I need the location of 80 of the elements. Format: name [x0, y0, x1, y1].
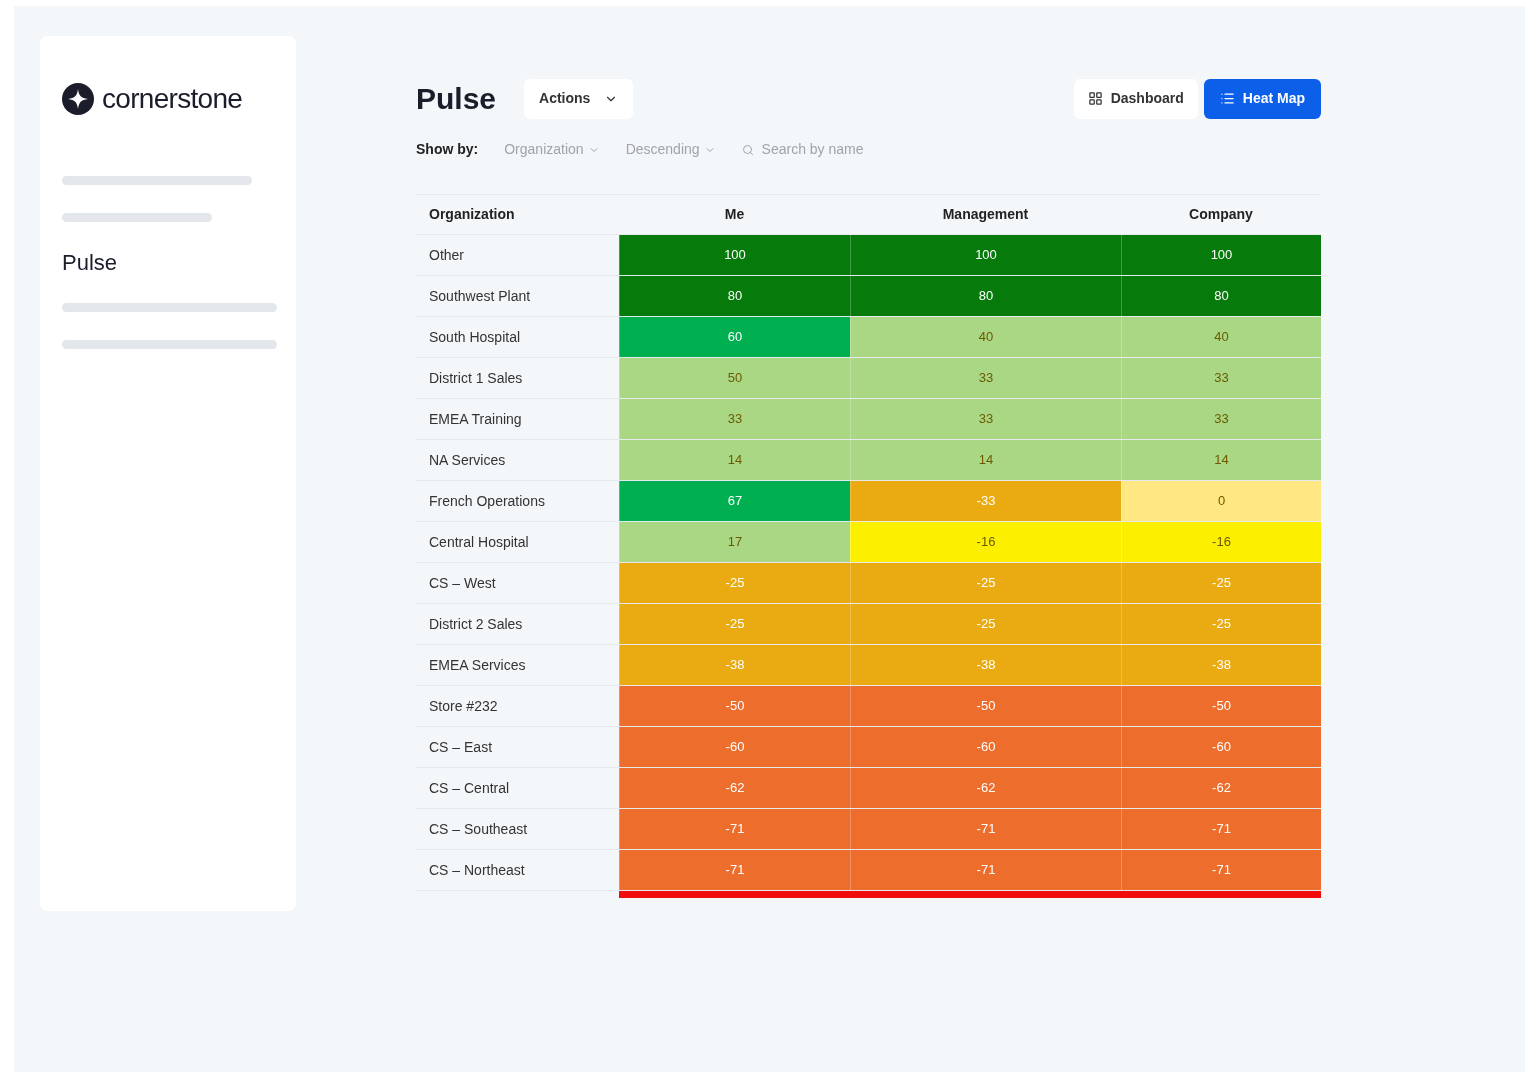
heat-cell: 33 [850, 358, 1121, 398]
heat-cell: 40 [850, 317, 1121, 357]
table-cell-text: South Hospital [428, 327, 522, 347]
heat-cell: 33 [1121, 358, 1321, 398]
heat-cell: 80 [850, 276, 1121, 316]
heat-cell: 33 [850, 399, 1121, 439]
heat-cell: 33 [619, 399, 850, 439]
heat-cell: -16 [850, 522, 1121, 562]
heat-cell: 67 [619, 481, 850, 521]
column-header: Management [941, 205, 1030, 224]
heat-cell: 14 [1121, 440, 1321, 480]
heat-cell: -71 [1121, 809, 1321, 849]
brand-name: cornerstone [102, 82, 243, 116]
heat-cell: -71 [1121, 850, 1321, 890]
heat-cell: -50 [619, 686, 850, 726]
heat-cell: -60 [619, 727, 850, 767]
heat-cell: -25 [850, 604, 1121, 644]
column-header: Organization [428, 205, 516, 224]
heat-cell: -16 [1121, 522, 1321, 562]
heat-cell: 80 [1121, 276, 1321, 316]
heat-cell: -25 [619, 563, 850, 603]
heat-cell: -50 [850, 686, 1121, 726]
filter-label: Show by: [416, 140, 479, 159]
heat-cell: -62 [1121, 768, 1321, 808]
heat-cell: -38 [850, 645, 1121, 685]
table-cell-text: Store #232 [428, 696, 499, 716]
heat-cell: -71 [619, 850, 850, 890]
heat-cell: 0 [1121, 481, 1321, 521]
heat-cell: -25 [1121, 604, 1321, 644]
heat-cell: -60 [1121, 727, 1321, 767]
search-field[interactable]: Search by name [741, 139, 922, 160]
table-cell-text: EMEA Training [428, 409, 523, 429]
view-tab[interactable]: Heat Map [1203, 78, 1321, 119]
table-cell-text: Central Hospital [428, 532, 530, 552]
nav-item[interactable]: Pulse [62, 246, 274, 279]
heat-cell: -60 [850, 727, 1121, 767]
column-header: Me [723, 205, 746, 224]
heat-cell: 100 [850, 235, 1121, 275]
table-cell-text: Southwest Plant [428, 286, 532, 306]
heat-cell: 14 [850, 440, 1121, 480]
heat-cell: 33 [1121, 399, 1321, 439]
table-cell-text: NA Services [428, 450, 507, 470]
heat-cell: -62 [850, 768, 1121, 808]
table-cell-text: CS – Central [428, 778, 511, 798]
heat-cell: -71 [850, 850, 1121, 890]
heat-cell: 80 [619, 276, 850, 316]
heat-cell: -71 [619, 809, 850, 849]
heat-cell: 14 [619, 440, 850, 480]
heat-cell: 60 [619, 317, 850, 357]
view-tab[interactable]: Dashboard [1073, 78, 1198, 119]
heat-cell: 40 [1121, 317, 1321, 357]
heat-cell: -62 [619, 768, 850, 808]
heat-cell: -25 [619, 604, 850, 644]
heat-cell: 17 [619, 522, 850, 562]
heat-cell: 50 [619, 358, 850, 398]
heat-cell: 100 [619, 235, 850, 275]
table-cell-text: CS – West [428, 573, 497, 593]
table-cell-text: District 2 Sales [428, 614, 524, 634]
grid-icon [1087, 91, 1103, 106]
list-icon [1219, 91, 1235, 106]
heat-cell: -38 [619, 645, 850, 685]
table-cell-text: EMEA Services [428, 655, 527, 675]
column-header: Company [1188, 205, 1254, 224]
table-cell-text: CS – Northeast [428, 860, 526, 880]
heat-cell: -71 [850, 809, 1121, 849]
heat-cell: 100 [1121, 235, 1321, 275]
search-icon [741, 143, 754, 156]
table-cell-text: District 1 Sales [428, 368, 524, 388]
table-cell-text: Other [428, 245, 465, 265]
table-cell-text: French Operations [428, 491, 546, 511]
actions-dropdown[interactable]: Actions [524, 78, 634, 119]
table-cell-text: CS – East [428, 737, 494, 757]
page-title: Pulse [416, 81, 497, 117]
logo-icon [62, 83, 94, 115]
heat-cell: -33 [850, 481, 1121, 521]
heat-cell: -25 [1121, 563, 1321, 603]
heat-cell: -50 [1121, 686, 1321, 726]
table-cell-text: CS – Southeast [428, 819, 529, 839]
heat-cell: -38 [1121, 645, 1321, 685]
heat-cell: -25 [850, 563, 1121, 603]
